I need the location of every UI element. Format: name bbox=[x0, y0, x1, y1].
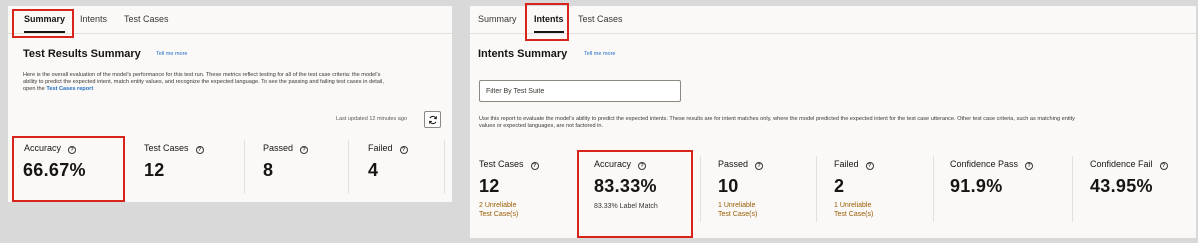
metric-label-passed: Passed? bbox=[718, 159, 764, 170]
metric-label-failed: Failed? bbox=[368, 143, 408, 154]
tab-bar: Summary Intents Test Cases bbox=[470, 6, 1196, 34]
metric-label-accuracy: Accuracy? bbox=[594, 159, 647, 170]
metric-label-accuracy: Accuracy? bbox=[24, 143, 77, 154]
intents-panel: Summary Intents Test Cases Intents Summa… bbox=[470, 3, 1196, 238]
divider bbox=[577, 156, 578, 222]
metric-value-accuracy: 83.33% bbox=[594, 176, 657, 196]
help-icon[interactable]: ? bbox=[1159, 162, 1168, 170]
divider bbox=[244, 140, 245, 194]
help-icon[interactable]: ? bbox=[755, 162, 764, 170]
refresh-button[interactable] bbox=[424, 111, 441, 128]
tab-bar: Summary Intents Test Cases bbox=[8, 6, 452, 34]
metric-value-accuracy: 66.67% bbox=[23, 160, 86, 180]
tab-intents[interactable]: Intents bbox=[80, 6, 107, 33]
metric-label-passed: Passed? bbox=[263, 143, 309, 154]
last-updated-text: Last updated 12 minutes ago bbox=[336, 116, 407, 122]
metric-value-test-cases: 12 bbox=[479, 176, 500, 196]
metric-value-failed: 4 bbox=[368, 160, 379, 180]
help-icon[interactable]: ? bbox=[68, 146, 77, 154]
help-icon[interactable]: ? bbox=[865, 162, 874, 170]
help-icon[interactable]: ? bbox=[1025, 162, 1034, 170]
metric-label-confidence-fail: Confidence Fail? bbox=[1090, 159, 1168, 170]
unreliable-test-cases-note: 1 Unreliable Test Case(s) bbox=[718, 202, 758, 218]
help-icon[interactable]: ? bbox=[195, 146, 204, 154]
label-match-note: 83.33% Label Match bbox=[594, 203, 658, 210]
metric-value-test-cases: 12 bbox=[144, 160, 165, 180]
tab-intents[interactable]: Intents bbox=[534, 6, 564, 33]
unreliable-test-cases-note: 1 Unreliable Test Case(s) bbox=[834, 202, 874, 218]
summary-panel: Summary Intents Test Cases Test Results … bbox=[8, 6, 452, 202]
divider bbox=[700, 156, 701, 222]
metric-value-confidence-fail: 43.95% bbox=[1090, 176, 1153, 196]
divider bbox=[933, 156, 934, 222]
metric-value-passed: 10 bbox=[718, 176, 739, 196]
divider bbox=[816, 156, 817, 222]
tab-summary[interactable]: Summary bbox=[478, 6, 517, 33]
test-cases-report-link[interactable]: Test Cases report bbox=[46, 86, 93, 92]
help-icon[interactable]: ? bbox=[300, 146, 309, 154]
metric-value-confidence-pass: 91.9% bbox=[950, 176, 1003, 196]
tell-me-more-link[interactable]: Tell me more bbox=[156, 51, 187, 57]
tab-test-cases[interactable]: Test Cases bbox=[124, 6, 169, 33]
section-title: Intents Summary bbox=[478, 48, 568, 60]
metric-label-test-cases: Test Cases? bbox=[479, 159, 539, 170]
filter-by-test-suite-input[interactable] bbox=[479, 80, 681, 102]
divider bbox=[348, 140, 349, 194]
tab-summary[interactable]: Summary bbox=[24, 6, 66, 33]
divider bbox=[124, 140, 125, 194]
summary-description: Here is the overall evaluation of the mo… bbox=[23, 72, 393, 93]
metric-label-failed: Failed? bbox=[834, 159, 874, 170]
help-icon[interactable]: ? bbox=[399, 146, 408, 154]
help-icon[interactable]: ? bbox=[638, 162, 647, 170]
refresh-icon bbox=[428, 115, 437, 124]
divider bbox=[444, 140, 445, 194]
help-icon[interactable]: ? bbox=[530, 162, 539, 170]
intents-description: Use this report to evaluate the model's … bbox=[479, 116, 1075, 129]
metric-label-test-cases: Test Cases? bbox=[144, 143, 204, 154]
divider bbox=[1072, 156, 1073, 222]
section-title: Test Results Summary bbox=[23, 48, 141, 60]
metric-value-passed: 8 bbox=[263, 160, 274, 180]
tell-me-more-link[interactable]: Tell me more bbox=[584, 51, 615, 57]
unreliable-test-cases-note: 2 Unreliable Test Case(s) bbox=[479, 202, 519, 218]
metric-value-failed: 2 bbox=[834, 176, 845, 196]
tab-test-cases[interactable]: Test Cases bbox=[578, 6, 623, 33]
metric-label-confidence-pass: Confidence Pass? bbox=[950, 159, 1034, 170]
